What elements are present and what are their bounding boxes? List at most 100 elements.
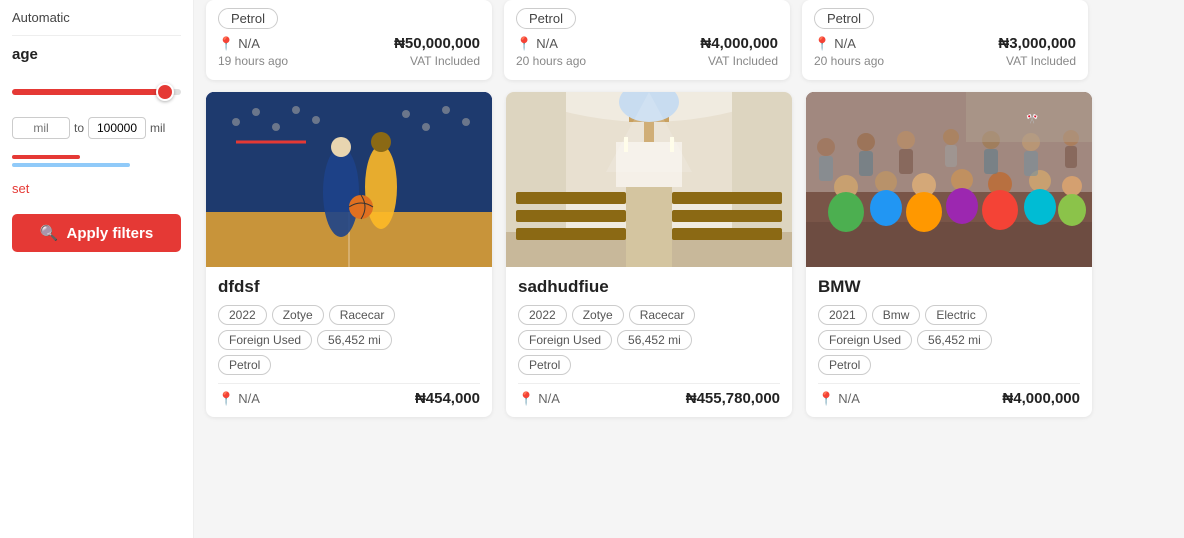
tag-make-2: Zotye: [572, 305, 624, 325]
top-card-1-location: 📍 N/A: [218, 36, 260, 52]
tag-type-3: Electric: [925, 305, 986, 325]
loc-icon-bmw: 📍: [818, 391, 834, 407]
card-bmw[interactable]: 🎌 BMW 2021 Bmw Electric Foreign Used 56,…: [806, 92, 1092, 417]
reset-link[interactable]: set: [12, 181, 181, 196]
top-card-3-location: 📍 N/A: [814, 36, 856, 52]
card-dfdsf-image: [206, 92, 492, 267]
card-bmw-title: BMW: [818, 277, 1080, 297]
top-card-2-vat: VAT Included: [708, 54, 778, 68]
top-card-2-time: 20 hours ago: [516, 54, 586, 68]
top-card-1-fuel: Petrol: [218, 8, 278, 29]
transmission-value: Automatic: [12, 10, 181, 25]
location-icon-3: 📍: [814, 36, 830, 52]
cards-row: dfdsf 2022 Zotye Racecar Foreign Used 56…: [206, 92, 1172, 417]
card-dfdsf-body: dfdsf 2022 Zotye Racecar Foreign Used 56…: [206, 267, 492, 417]
top-card-3-location-row: 📍 N/A ₦3,000,000: [814, 35, 1076, 52]
top-card-1-vat: VAT Included: [410, 54, 480, 68]
top-card-1-price: ₦50,000,000: [394, 35, 480, 52]
top-card-1-time: 19 hours ago: [218, 54, 288, 68]
sidebar: Automatic age to mil set 🔍 Apply filters: [0, 0, 194, 538]
mileage-slider[interactable]: [12, 81, 181, 103]
price-bar-red: [12, 155, 80, 159]
card-dfdsf-tags-1: 2022 Zotye Racecar: [218, 305, 480, 325]
location-icon-1: 📍: [218, 36, 234, 52]
tag-mileage: 56,452 mi: [317, 330, 392, 350]
price-bar-blue: [12, 163, 130, 167]
top-card-3-header: Petrol 📍 N/A ₦3,000,000 20 hours ago VAT…: [802, 0, 1088, 80]
tag-year-3: 2021: [818, 305, 867, 325]
card-bmw-bottom: 📍 N/A ₦4,000,000: [818, 383, 1080, 407]
tag-mileage-2: 56,452 mi: [617, 330, 692, 350]
top-card-3-meta: 20 hours ago VAT Included: [814, 54, 1076, 76]
top-card-2-header: Petrol 📍 N/A ₦4,000,000 20 hours ago VAT…: [504, 0, 790, 80]
top-card-2-price: ₦4,000,000: [700, 35, 778, 52]
top-card-3-price: ₦3,000,000: [998, 35, 1076, 52]
card-bmw-location: 📍 N/A: [818, 391, 860, 407]
top-cards-row: Petrol 📍 N/A ₦50,000,000 19 hours ago VA…: [206, 0, 1172, 80]
tag-fuel: Petrol: [218, 355, 271, 375]
price-slider: [12, 155, 181, 167]
apply-filters-label: Apply filters: [67, 225, 154, 242]
tag-fuel-3: Petrol: [818, 355, 871, 375]
location-icon-2: 📍: [516, 36, 532, 52]
top-card-1-location-row: 📍 N/A ₦50,000,000: [218, 35, 480, 52]
card-sadhudfiue-tags-1: 2022 Zotye Racecar: [518, 305, 780, 325]
loc-icon-church: 📍: [518, 391, 534, 407]
top-card-2-fuel: Petrol: [516, 8, 576, 29]
card-dfdsf-title: dfdsf: [218, 277, 480, 297]
card-bmw-tags-1: 2021 Bmw Electric: [818, 305, 1080, 325]
mileage-min-input[interactable]: [12, 117, 70, 139]
top-card-2-location-row: 📍 N/A ₦4,000,000: [516, 35, 778, 52]
slider-track: [12, 89, 181, 95]
tag-condition-2: Foreign Used: [518, 330, 612, 350]
tag-year: 2022: [218, 305, 267, 325]
mileage-inputs: to mil: [12, 117, 181, 139]
card-bmw-tags-3: Petrol: [818, 355, 1080, 375]
card-sadhudfiue[interactable]: sadhudfiue 2022 Zotye Racecar Foreign Us…: [506, 92, 792, 417]
tag-fuel-2: Petrol: [518, 355, 571, 375]
top-card-1-meta: 19 hours ago VAT Included: [218, 54, 480, 76]
top-card-3-fuel: Petrol: [814, 8, 874, 29]
card-sadhudfiue-location: 📍 N/A: [518, 391, 560, 407]
card-sadhudfiue-tags-2: Foreign Used 56,452 mi: [518, 330, 780, 350]
mileage-max-input[interactable]: [88, 117, 146, 139]
tag-make-3: Bmw: [872, 305, 921, 325]
card-sadhudfiue-bottom: 📍 N/A ₦455,780,000: [518, 383, 780, 407]
card-dfdsf-price: ₦454,000: [415, 390, 480, 407]
loc-icon-dfdsf: 📍: [218, 391, 234, 407]
apply-filters-button[interactable]: 🔍 Apply filters: [12, 214, 181, 252]
card-bmw-tags-2: Foreign Used 56,452 mi: [818, 330, 1080, 350]
card-sadhudfiue-title: sadhudfiue: [518, 277, 780, 297]
tag-condition: Foreign Used: [218, 330, 312, 350]
card-bmw-price: ₦4,000,000: [1002, 390, 1080, 407]
svg-text:🎌: 🎌: [1026, 113, 1038, 125]
mileage-max-unit: mil: [150, 121, 165, 135]
tag-type-2: Racecar: [629, 305, 696, 325]
top-card-2-meta: 20 hours ago VAT Included: [516, 54, 778, 76]
mileage-section-title: age: [12, 46, 181, 63]
slider-fill: [12, 89, 173, 95]
top-card-1-header: Petrol 📍 N/A ₦50,000,000 19 hours ago VA…: [206, 0, 492, 80]
card-bmw-body: BMW 2021 Bmw Electric Foreign Used 56,45…: [806, 267, 1092, 417]
tag-condition-3: Foreign Used: [818, 330, 912, 350]
card-dfdsf-location: 📍 N/A: [218, 391, 260, 407]
tag-mileage-3: 56,452 mi: [917, 330, 992, 350]
top-card-1: Petrol 📍 N/A ₦50,000,000 19 hours ago VA…: [206, 0, 492, 80]
card-dfdsf-bottom: 📍 N/A ₦454,000: [218, 383, 480, 407]
card-sadhudfiue-body: sadhudfiue 2022 Zotye Racecar Foreign Us…: [506, 267, 792, 417]
top-card-2-location: 📍 N/A: [516, 36, 558, 52]
card-sadhudfiue-price: ₦455,780,000: [686, 390, 780, 407]
card-dfdsf[interactable]: dfdsf 2022 Zotye Racecar Foreign Used 56…: [206, 92, 492, 417]
top-card-3: Petrol 📍 N/A ₦3,000,000 20 hours ago VAT…: [802, 0, 1088, 80]
tag-year-2: 2022: [518, 305, 567, 325]
card-dfdsf-tags-2: Foreign Used 56,452 mi: [218, 330, 480, 350]
card-bmw-image: 🎌: [806, 92, 1092, 267]
slider-thumb[interactable]: [156, 83, 174, 101]
tag-make: Zotye: [272, 305, 324, 325]
main-content: Petrol 📍 N/A ₦50,000,000 19 hours ago VA…: [194, 0, 1184, 538]
top-card-3-time: 20 hours ago: [814, 54, 884, 68]
top-card-3-vat: VAT Included: [1006, 54, 1076, 68]
tag-type: Racecar: [329, 305, 396, 325]
search-icon: 🔍: [40, 224, 59, 242]
card-dfdsf-tags-3: Petrol: [218, 355, 480, 375]
